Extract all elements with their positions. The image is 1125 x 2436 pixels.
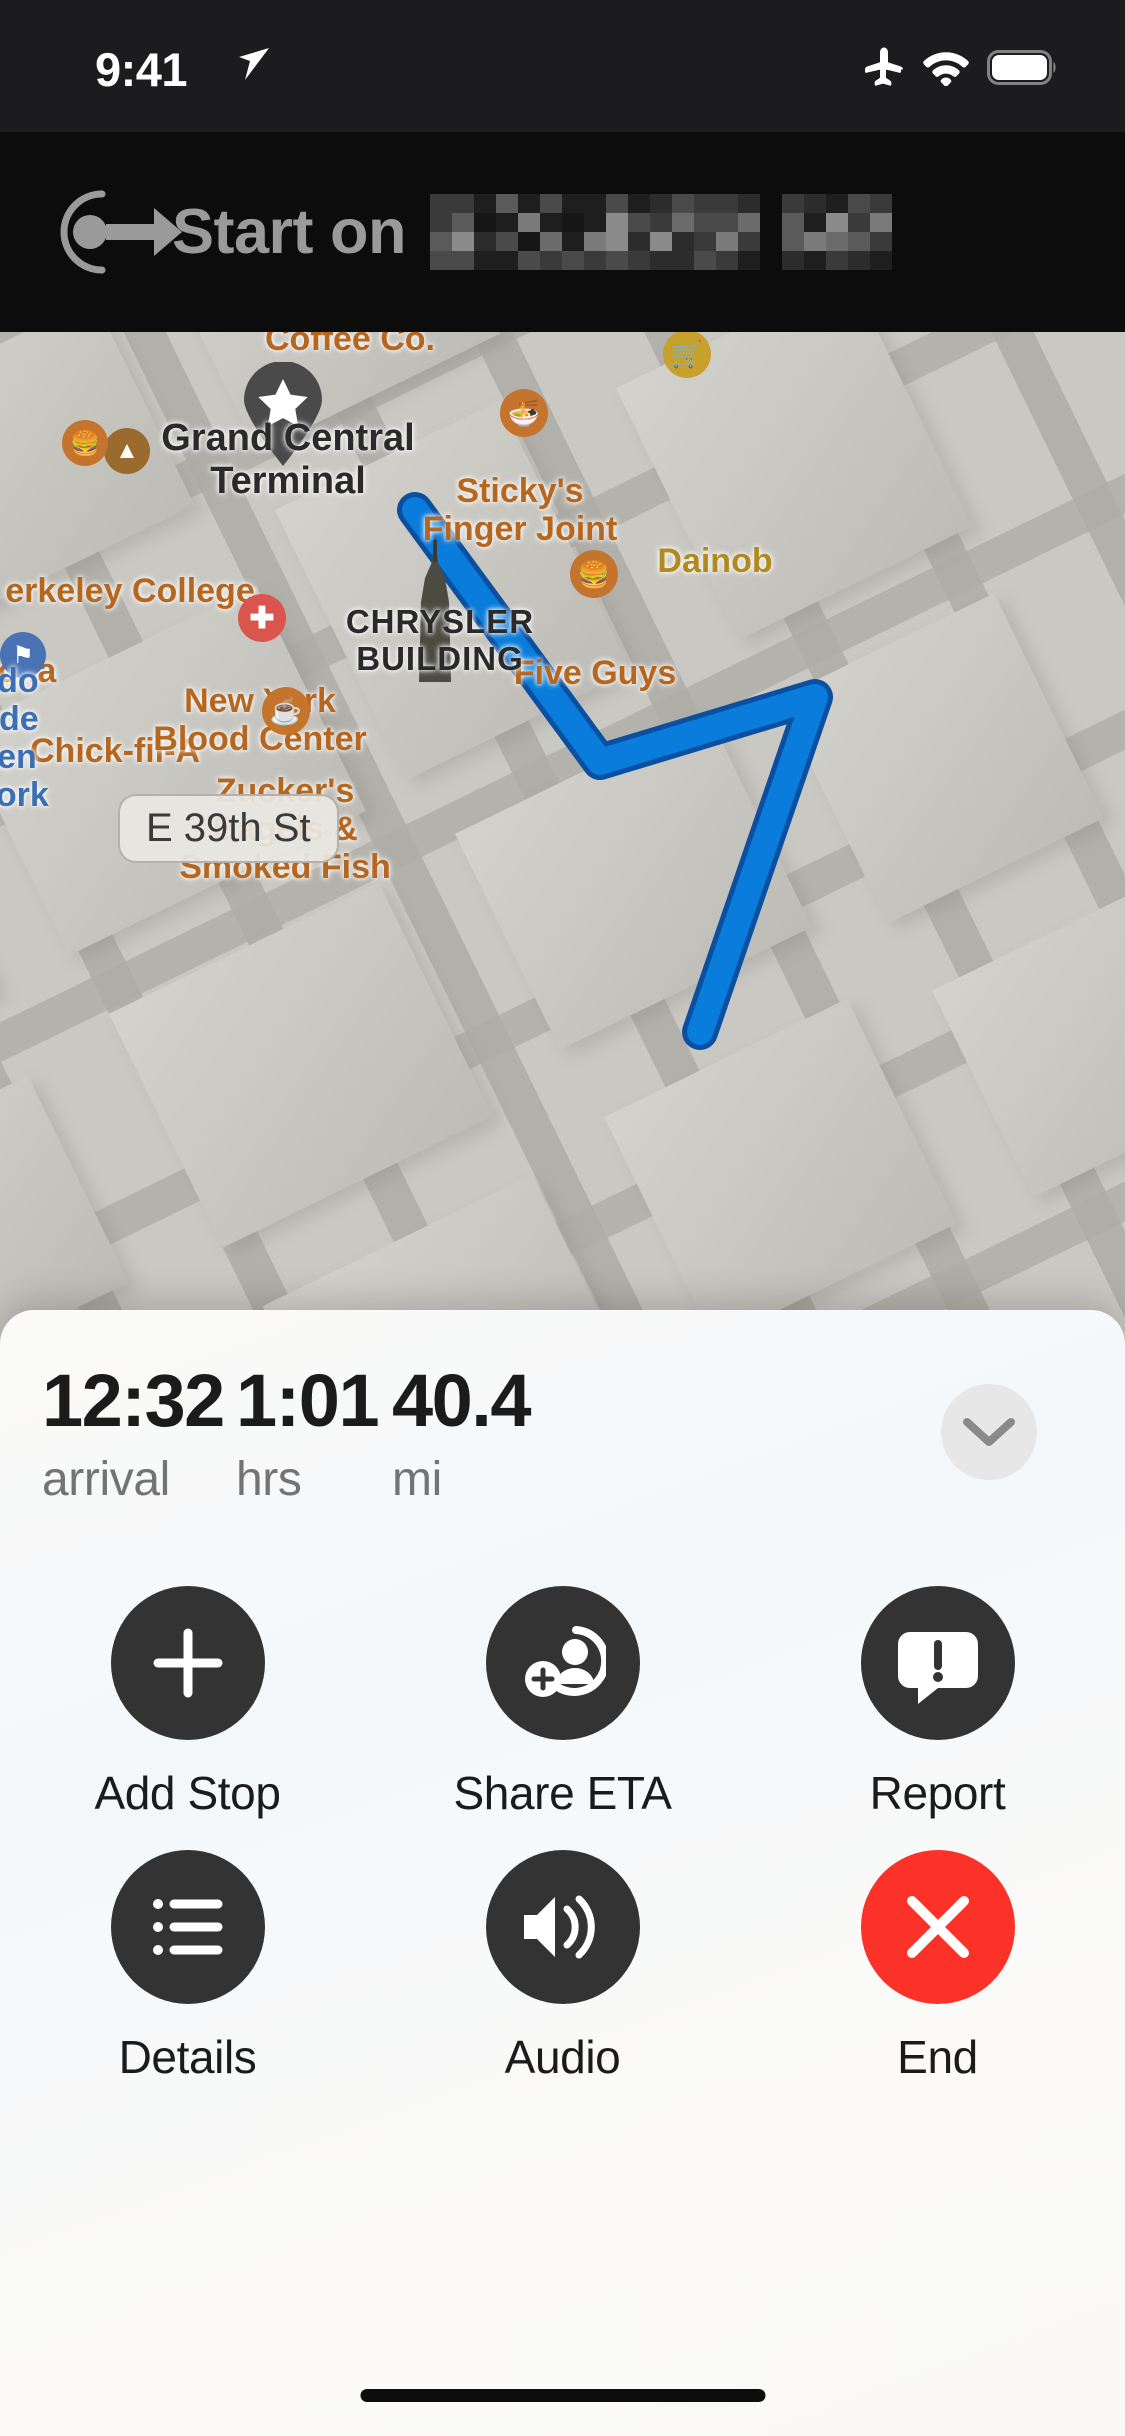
report-label: Report <box>869 1767 1006 1819</box>
poi-text: Grand Central Terminal <box>161 417 415 502</box>
stat-duration-value: 1:01 <box>236 1359 380 1442</box>
battery-icon <box>987 49 1056 85</box>
poi-icon-chick-fil-a[interactable]: 🍔 <box>62 420 108 466</box>
close-x-icon <box>906 1896 969 1958</box>
map-view[interactable]: ▲ Coffee Co. erkeley College cha 🍔 Chick… <box>0 332 1125 1362</box>
audio-circle <box>485 1850 640 2004</box>
navigation-instruction-text: Start on <box>172 197 407 267</box>
trip-stats-row: 12:32 arrival 1:01 hrs 40.4 mi <box>0 1364 1125 1532</box>
end-label: End <box>897 2031 978 2083</box>
plus-icon <box>153 1628 222 1698</box>
iphone-screen: 9:41 Start on ▲ Coffee Co. erkeley Colle… <box>0 0 1125 2436</box>
navigation-bottom-sheet: 12:32 arrival 1:01 hrs 40.4 mi Add Stop … <box>0 1310 1125 2436</box>
street-chip-text: E 39th St <box>146 806 311 850</box>
details-label: Details <box>118 2031 257 2083</box>
stat-duration: 1:01 hrs <box>236 1359 380 1507</box>
speaker-wave-icon <box>523 1895 595 1959</box>
details-button[interactable]: Details <box>0 1850 375 2084</box>
chevron-down-icon <box>963 1418 1015 1446</box>
action-row-2: Details Audio End <box>0 1850 1125 2084</box>
poi-label-chrysler-building[interactable]: CHRYSLER BUILDING <box>320 603 560 678</box>
navigation-text-row: Start on <box>172 132 1125 332</box>
stat-distance-label: mi <box>392 1453 442 1506</box>
status-bar-indicators <box>861 46 1057 88</box>
stat-arrival-value: 12:32 <box>42 1359 225 1442</box>
stat-distance: 40.4 mi <box>392 1359 532 1507</box>
poi-text: erkeley College <box>5 572 255 610</box>
poi-icon-dainobu[interactable]: 🛒 <box>663 332 711 378</box>
add-stop-button[interactable]: Add Stop <box>0 1586 375 1820</box>
collapse-sheet-button[interactable] <box>941 1384 1037 1480</box>
list-bullet-icon <box>152 1899 222 1955</box>
report-circle <box>860 1586 1015 1740</box>
action-row-1: Add Stop Share ETA Report <box>0 1586 1125 1820</box>
action-button-grid: Add Stop Share ETA Report Details Audio … <box>0 1586 1125 2114</box>
poi-icon-blood-center[interactable]: ✚ <box>238 594 286 642</box>
poi-label-berkeley-college[interactable]: erkeley College <box>0 572 280 610</box>
redacted-street-name <box>430 194 893 270</box>
audio-button[interactable]: Audio <box>375 1850 750 2084</box>
poi-text: Dainob <box>657 542 773 580</box>
location-arrow-icon <box>239 48 269 80</box>
report-button[interactable]: Report <box>750 1586 1125 1820</box>
stat-duration-label: hrs <box>236 1453 302 1506</box>
stat-arrival-label: arrival <box>42 1453 170 1506</box>
stat-arrival: 12:32 arrival <box>42 1359 225 1507</box>
airplane-mode-icon <box>865 47 903 86</box>
street-name-chip: E 39th St <box>118 794 339 863</box>
end-circle <box>860 1850 1015 2004</box>
wifi-icon <box>923 52 969 86</box>
status-bar-time: 9:41 <box>95 43 188 96</box>
person-add-icon <box>524 1626 606 1697</box>
poi-text: New York Blood Center <box>153 682 367 759</box>
poi-icon-zuckers[interactable]: ☕ <box>262 687 310 735</box>
poi-text: ulado ral de co en a York <box>0 662 49 815</box>
share-eta-circle <box>485 1586 640 1740</box>
poi-label-consulate[interactable]: ulado ral de co en a York <box>0 662 128 814</box>
poi-text: CHRYSLER BUILDING <box>345 603 535 677</box>
add-stop-label: Add Stop <box>94 1767 281 1819</box>
details-circle <box>110 1850 265 2004</box>
share-eta-button[interactable]: Share ETA <box>375 1586 750 1820</box>
navigation-instruction-banner[interactable]: Start on <box>0 132 1125 332</box>
poi-label-new-york-blood-center[interactable]: New York Blood Center <box>140 682 380 758</box>
poi-icon-five-guys[interactable]: 🍔 <box>570 550 618 598</box>
status-bar: 9:41 <box>0 0 1125 132</box>
home-indicator <box>360 2389 765 2402</box>
end-navigation-button[interactable]: End <box>750 1850 1125 2084</box>
add-stop-circle <box>110 1586 265 1740</box>
poi-label-coffee-co[interactable]: Coffee Co. <box>220 332 480 358</box>
poi-text: Coffee Co. <box>265 332 435 358</box>
report-bubble-icon <box>897 1632 978 1704</box>
poi-icon-stickys[interactable]: 🍜 <box>500 389 548 437</box>
poi-label-dainobu[interactable]: Dainob <box>620 542 810 580</box>
depart-icon <box>60 190 182 274</box>
audio-label: Audio <box>504 2031 621 2083</box>
share-eta-label: Share ETA <box>453 1767 672 1819</box>
stat-distance-value: 40.4 <box>392 1359 532 1442</box>
